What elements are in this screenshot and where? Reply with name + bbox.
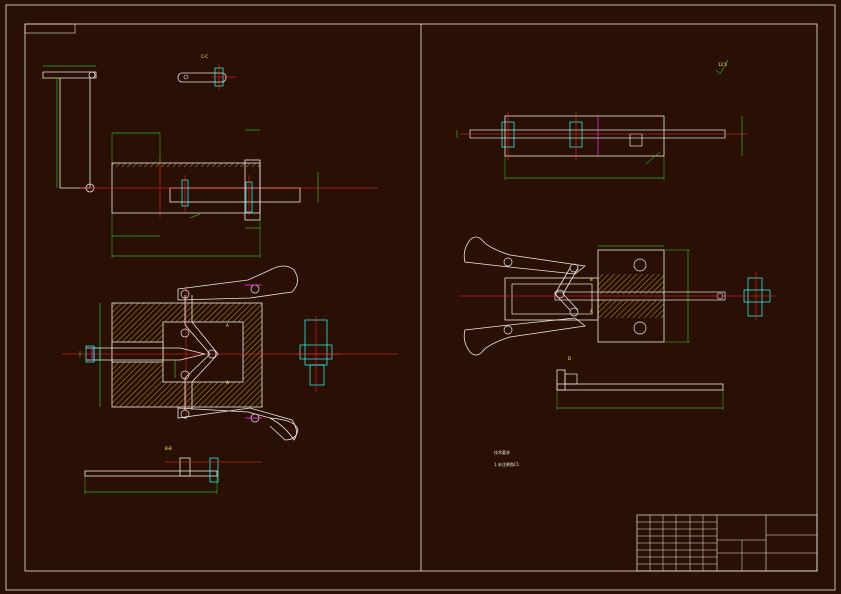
notes-title: 技术要求 (494, 449, 510, 455)
rod-view-right: D (556, 356, 724, 410)
label-a-right: A (590, 309, 593, 314)
label-b: B (590, 277, 593, 282)
label-c-c: C-C (201, 54, 208, 59)
label-d: D (568, 356, 571, 361)
label-b-b: B-B (165, 446, 172, 451)
view-a-a-right (740, 272, 775, 320)
top-view-right: 12.5 (456, 59, 748, 180)
view-a-a-left (295, 316, 340, 392)
label-a-top: A (226, 323, 229, 328)
drawing-border (5, 4, 836, 591)
surface-finish: 12.5 (718, 62, 727, 67)
cad-drawing-canvas: C-C A A B-B 12.5 B A D 技术要求 1.未注倒角C1 (5, 4, 836, 591)
clamp-view-right: B A (458, 236, 740, 356)
rod-view-left: B-B (84, 446, 262, 494)
notes-line-1: 1.未注倒角C1 (494, 461, 520, 467)
label-a-bottom: A (226, 380, 229, 385)
clamp-view-left: A A (62, 265, 398, 441)
side-view-left (42, 65, 378, 258)
technical-notes: 技术要求 1.未注倒角C1 (494, 449, 520, 467)
view-c-c: C-C (177, 54, 236, 90)
title-block (636, 514, 818, 572)
